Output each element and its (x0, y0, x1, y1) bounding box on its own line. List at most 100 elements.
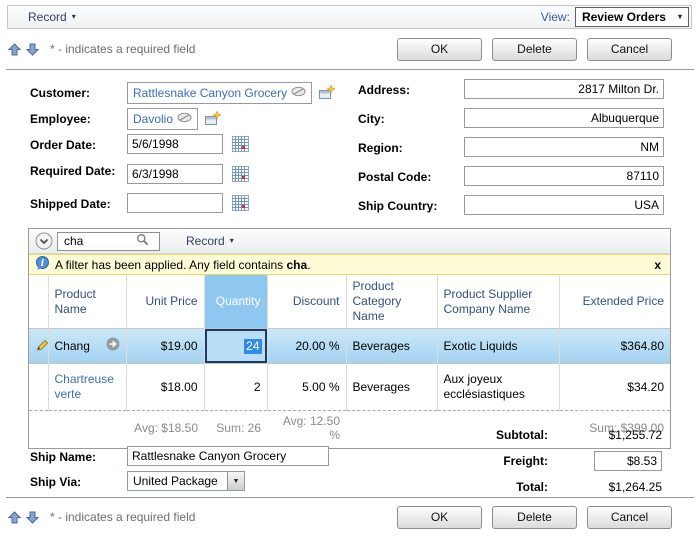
cell-discount: 5.00 % (267, 363, 347, 411)
postal-code-input[interactable] (464, 166, 664, 186)
filter-message: A filter has been applied. Any field con… (55, 258, 311, 272)
cell-category: Beverages (346, 363, 438, 411)
product-name-link[interactable]: Chartreuse verte (55, 372, 114, 401)
record-menu[interactable]: Record ▾ (28, 10, 76, 24)
view-area: View: Review Orders ▾ (541, 7, 689, 27)
order-date-label: Order Date: (30, 138, 97, 152)
cancel-button[interactable]: Cancel (587, 505, 672, 529)
employee-field-row: Employee: Davolio (30, 108, 222, 130)
subtotal-label: Subtotal: (496, 428, 548, 442)
subtotal-row: Subtotal: $1,255.72 (418, 424, 662, 446)
move-down-icon[interactable] (26, 43, 39, 56)
cell-supplier: Aux joyeux ecclésiastiques (437, 363, 560, 411)
summary-quantity: Sum: 26 (204, 410, 267, 448)
column-header-discount[interactable]: Discount (267, 275, 347, 329)
region-input[interactable] (464, 137, 664, 157)
row-state-column-header (29, 275, 49, 329)
grid-record-menu[interactable]: Record ▾ (186, 234, 234, 248)
view-selector[interactable]: Review Orders ▾ (574, 7, 689, 27)
column-header-unit-price[interactable]: Unit Price (126, 275, 205, 329)
new-record-icon[interactable] (319, 85, 336, 100)
column-header-category[interactable]: Product Category Name (346, 275, 438, 329)
search-options-icon[interactable] (35, 232, 53, 250)
region-label: Region: (358, 141, 403, 155)
column-header-supplier[interactable]: Product Supplier Company Name (437, 275, 560, 329)
column-header-quantity[interactable]: Quantity (204, 275, 268, 329)
column-header-product-name[interactable]: Product Name (48, 275, 127, 329)
calendar-icon[interactable] (232, 136, 249, 152)
address-label: Address: (358, 83, 411, 97)
filter-message-prefix: A filter has been applied. Any field con… (55, 257, 287, 272)
calendar-icon[interactable] (232, 166, 249, 182)
grid-row[interactable]: Chartreuse verte $18.00 2 5.00 % Beverag… (29, 363, 670, 411)
ship-via-select[interactable]: United Package ▼ (127, 471, 245, 491)
freight-label: Freight: (503, 454, 548, 468)
ship-country-label: Ship Country: (358, 199, 438, 213)
customer-label: Customer: (30, 86, 91, 100)
required-date-input[interactable] (127, 164, 223, 184)
ship-name-field-row: Ship Name: (30, 446, 329, 466)
bottom-action-bar: * - indicates a required field OK Delete… (8, 504, 672, 530)
shipped-date-input[interactable] (127, 193, 223, 213)
grid-search-box (57, 231, 160, 251)
row-edit-indicator (29, 363, 49, 411)
dropdown-arrow-icon[interactable]: ▼ (227, 472, 244, 490)
city-input[interactable] (464, 108, 664, 128)
cell-supplier: Exotic Liquids (437, 328, 560, 364)
cell-quantity-editing[interactable]: 24 (204, 328, 268, 364)
cancel-button[interactable]: Cancel (587, 37, 672, 61)
ship-via-field-row: Ship Via: United Package ▼ (30, 471, 245, 491)
employee-label: Employee: (30, 112, 91, 126)
customer-value-link[interactable]: Rattlesnake Canyon Grocery (133, 86, 287, 100)
shipped-date-label: Shipped Date: (30, 197, 111, 211)
postal-code-label: Postal Code: (358, 170, 432, 184)
record-menubar: Record ▾ View: Review Orders ▾ (7, 5, 692, 29)
cell-extended-price: $364.80 (559, 328, 670, 364)
quantity-edit-value[interactable]: 24 (244, 338, 262, 354)
svg-text:i: i (41, 258, 45, 268)
order-totals: Subtotal: $1,255.72 Freight: Total: $1,2… (418, 424, 662, 502)
new-record-icon[interactable] (205, 111, 222, 126)
ship-country-input[interactable] (464, 195, 664, 215)
freight-input[interactable] (594, 451, 662, 471)
search-icon[interactable] (136, 233, 149, 249)
customer-lookup[interactable]: Rattlesnake Canyon Grocery (127, 82, 313, 104)
ship-name-input[interactable] (127, 446, 329, 466)
delete-button[interactable]: Delete (492, 505, 577, 529)
header-row: Product Name Unit Price Quantity Discoun… (29, 275, 670, 329)
search-input[interactable] (62, 233, 136, 249)
employee-lookup[interactable]: Davolio (127, 108, 199, 130)
total-value: $1,264.25 (608, 480, 662, 494)
required-date-label: Required Date: (30, 164, 116, 178)
grid-row-selected[interactable]: Chang $19.00 24 20.00 % Beverages Exotic… (29, 328, 670, 364)
ship-name-label: Ship Name: (30, 450, 97, 464)
cell-quantity: 2 (204, 363, 268, 411)
summary-unit-price: Avg: $18.50 (126, 410, 204, 448)
order-date-input[interactable] (127, 134, 223, 154)
move-down-icon[interactable] (26, 511, 39, 524)
eraser-icon[interactable] (291, 86, 306, 100)
calendar-icon[interactable] (232, 195, 249, 211)
ship-country-field-row: Ship Country: (358, 195, 664, 215)
filter-term: cha (286, 257, 308, 272)
ok-button[interactable]: OK (397, 37, 482, 61)
customer-field-row: Customer: Rattlesnake Canyon Grocery (30, 82, 336, 104)
employee-value-link[interactable]: Davolio (133, 112, 173, 126)
view-label: View: (540, 10, 570, 24)
divider (6, 497, 694, 498)
details-table: Product Name Unit Price Quantity Discoun… (29, 275, 670, 448)
city-field-row: City: (358, 108, 664, 128)
move-up-icon[interactable] (8, 42, 21, 56)
required-field-note: * - indicates a required field (50, 42, 196, 56)
delete-button[interactable]: Delete (492, 37, 577, 61)
move-up-icon[interactable] (8, 510, 21, 524)
chevron-down-icon: ▾ (229, 236, 234, 245)
open-row-arrow-icon[interactable] (106, 337, 120, 355)
cell-extended-price: $34.20 (559, 363, 670, 411)
ok-button[interactable]: OK (397, 505, 482, 529)
close-filter-icon[interactable]: x (654, 259, 661, 271)
total-label: Total: (516, 480, 548, 494)
address-input[interactable] (464, 79, 664, 99)
column-header-extended-price[interactable]: Extended Price (559, 275, 670, 329)
eraser-icon[interactable] (177, 112, 192, 126)
